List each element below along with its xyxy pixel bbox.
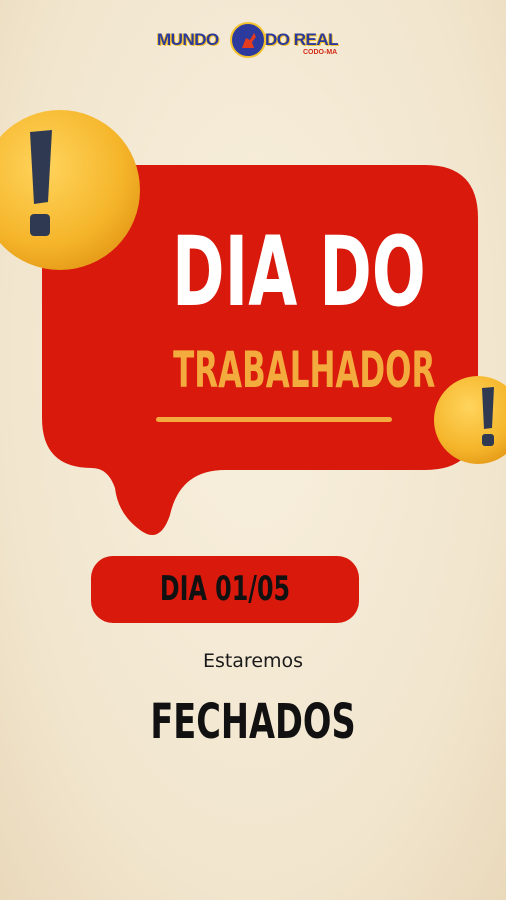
notice-prefix: Estaremos (202, 650, 304, 672)
date-badge: DIA 01/05 (91, 556, 359, 623)
notice-status: FECHADOS (150, 694, 356, 750)
title-line-1: DIA DO (172, 216, 426, 328)
date-badge-text: DIA 01/05 (159, 569, 291, 609)
title-line-2: TRABALHADOR (173, 341, 436, 399)
title-underline (156, 417, 392, 422)
speech-bubble-graphic (0, 110, 506, 535)
